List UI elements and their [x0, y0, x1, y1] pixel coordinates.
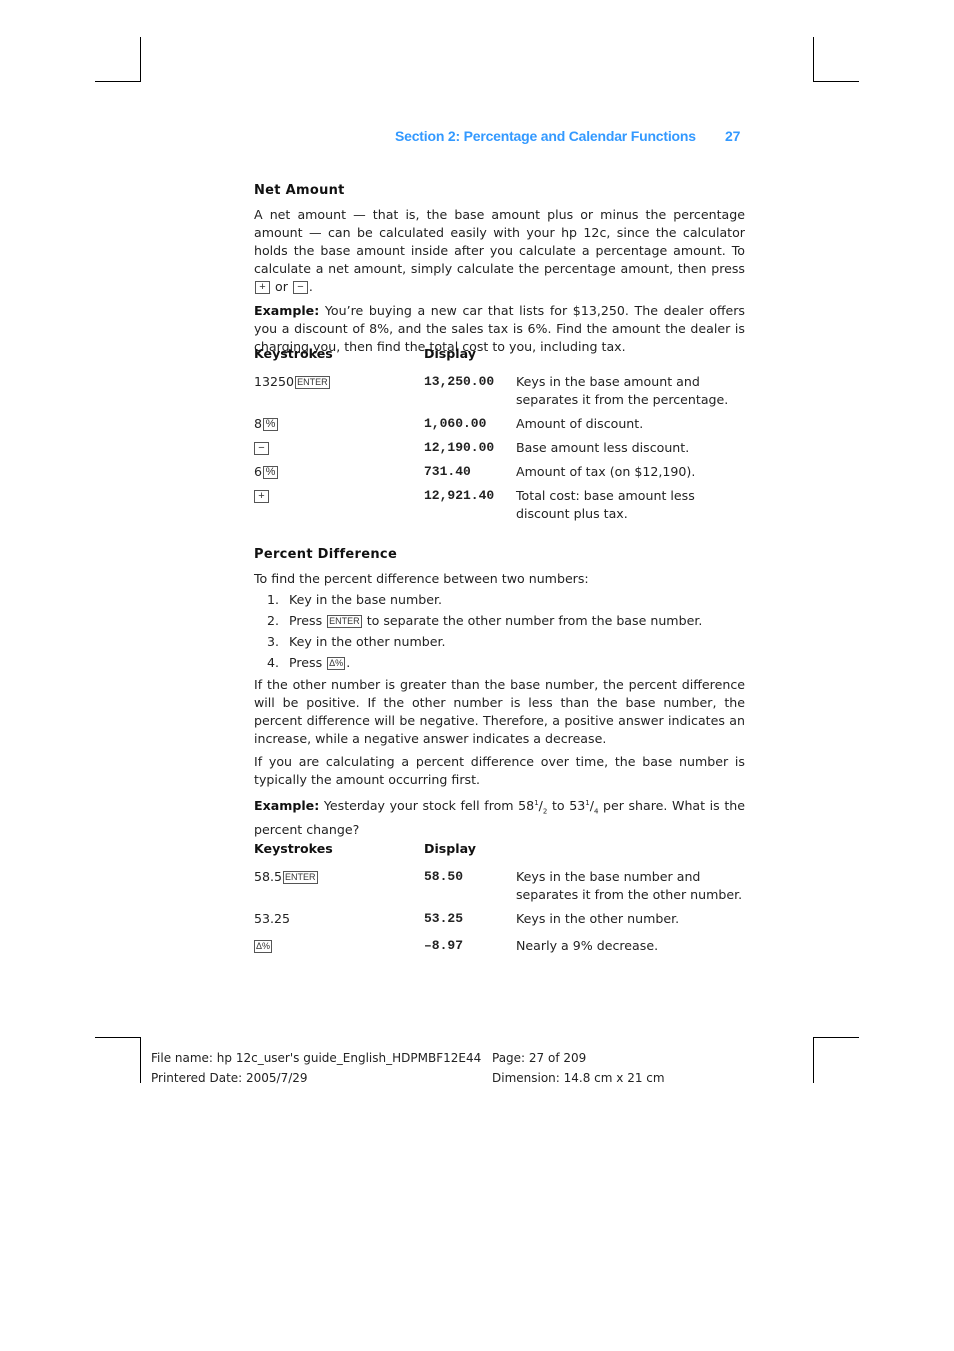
footer-left: File name: hp 12c_user's guide_English_H…: [151, 1048, 481, 1088]
base-number-paragraph: If you are calculating a percent differe…: [254, 754, 745, 787]
percent-difference-heading: Percent Difference: [254, 547, 398, 562]
net-amount-heading: Net Amount: [254, 183, 345, 198]
display-value: 12,190.00: [424, 440, 495, 455]
display-value: 13,250.00: [424, 374, 495, 389]
example-label: Example:: [254, 303, 320, 318]
crop-mark-bottom-left-h: [95, 1037, 141, 1038]
display-value: 58.50: [424, 869, 464, 884]
row-description: Amount of tax (on $12,190).: [516, 464, 696, 479]
display-header: Display: [424, 841, 476, 856]
percent-difference-example: Example: Yesterday your stock fell from …: [254, 798, 745, 837]
percent-key-icon: %: [263, 418, 279, 431]
enter-key-icon: ENTER: [283, 871, 318, 884]
display-header: Display: [424, 346, 476, 361]
display-value: 731.40: [424, 464, 471, 479]
page-number: 27: [725, 128, 741, 144]
row-description: Base amount less discount.: [516, 440, 690, 455]
display-value: 53.25: [424, 911, 464, 926]
crop-mark-top-left-h: [95, 81, 141, 82]
row-description: Amount of discount.: [516, 416, 644, 431]
list-item: 1. Key in the base number.: [267, 592, 443, 607]
list-item: 4. Press Δ%.: [267, 655, 351, 670]
display-value: 12,921.40: [424, 488, 495, 503]
sign-explanation-paragraph: If the other number is greater than the …: [254, 677, 745, 746]
file-name: File name: hp 12c_user's guide_English_H…: [151, 1051, 482, 1065]
crop-mark-bottom-left-v: [140, 1037, 141, 1083]
printed-date: Printered Date: 2005/7/29: [151, 1071, 308, 1085]
plus-key-icon: +: [254, 490, 269, 503]
list-item: 2. Press ENTER to separate the other numb…: [267, 613, 703, 628]
enter-key-icon: ENTER: [295, 376, 330, 389]
page-info: Page: 27 of 209: [492, 1051, 587, 1065]
plus-key-icon: +: [255, 281, 270, 294]
display-value: –8.97: [424, 938, 464, 953]
keystrokes-header: Keystrokes: [254, 346, 333, 361]
footer-right: Page: 27 of 209 Dimension: 14.8 cm x 21 …: [492, 1048, 665, 1088]
example-label: Example:: [254, 798, 320, 814]
net-amount-section: Net Amount A net amount — that is, the b…: [254, 182, 745, 356]
enter-key-icon: ENTER: [327, 615, 362, 628]
display-value: 1,060.00: [424, 416, 487, 431]
minus-key-icon: −: [254, 442, 269, 455]
dimension-info: Dimension: 14.8 cm x 21 cm: [492, 1071, 665, 1085]
crop-mark-top-left-v: [140, 37, 141, 82]
percent-key-icon: %: [263, 466, 279, 479]
steps-list: 1. Key in the base number. 2. Press ENTER …: [254, 591, 745, 675]
percent-difference-section: Percent Difference To find the percent d…: [254, 546, 745, 839]
delta-percent-key-icon: Δ%: [327, 657, 346, 670]
delta-percent-key-icon: Δ%: [254, 940, 273, 953]
minus-key-icon: −: [292, 281, 308, 294]
list-item: 3. Key in the other number.: [267, 634, 446, 649]
crop-mark-top-right-h: [813, 81, 859, 82]
row-description: Keys in the base number and separates it…: [516, 869, 743, 902]
crop-mark-top-right-v: [813, 37, 814, 82]
row-description: Keys in the other number.: [516, 911, 680, 926]
net-amount-intro: A net amount — that is, the base amount …: [254, 207, 745, 294]
row-description: Total cost: base amount less discount pl…: [516, 488, 695, 521]
row-description: Keys in the base amount and separates it…: [516, 374, 729, 407]
keystrokes-header: Keystrokes: [254, 841, 333, 856]
crop-mark-bottom-right-v: [813, 1037, 814, 1083]
crop-mark-bottom-right-h: [813, 1037, 859, 1038]
row-description: Nearly a 9% decrease.: [516, 938, 659, 953]
section-title: Section 2: Percentage and Calendar Funct…: [395, 128, 696, 144]
percent-difference-intro: To find the percent difference between t…: [254, 571, 589, 586]
